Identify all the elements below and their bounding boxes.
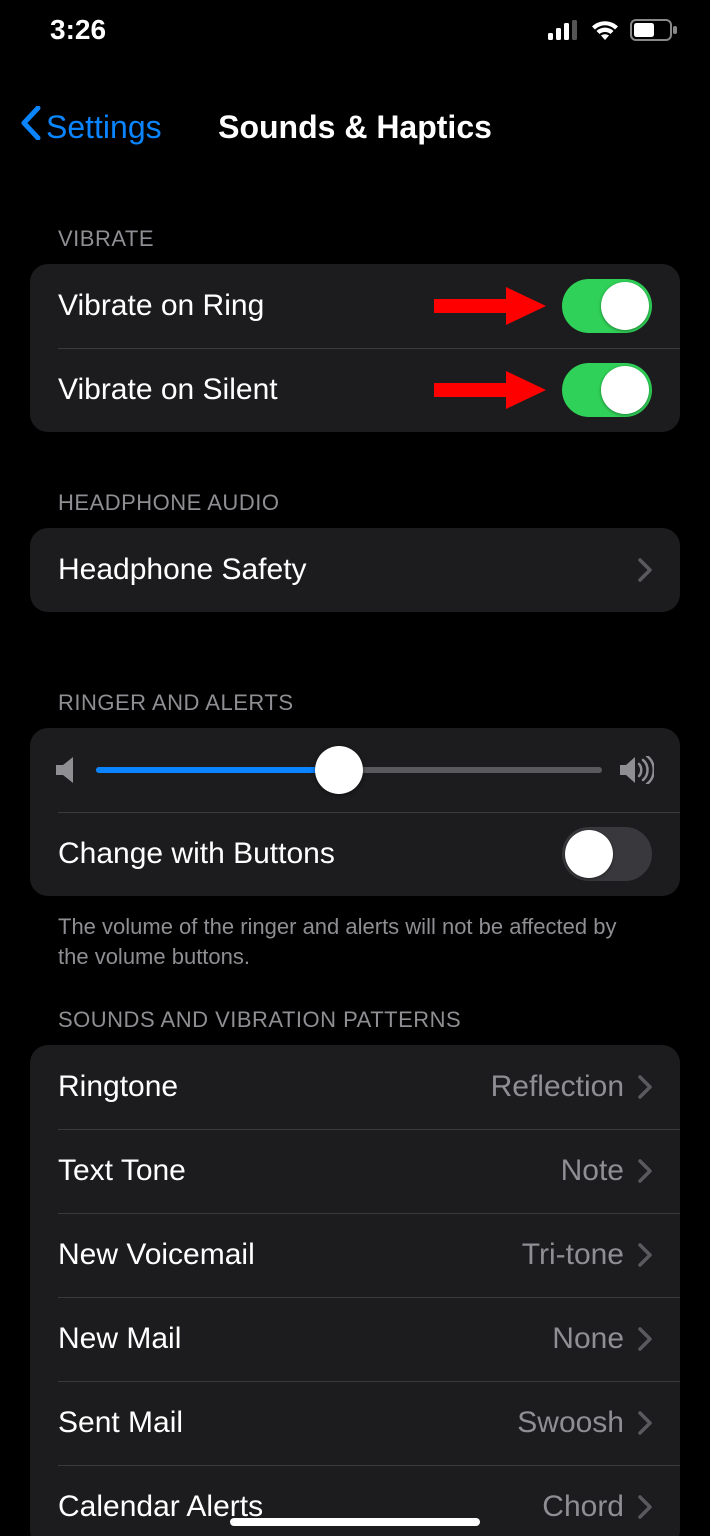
row-value: Tri-tone [522, 1238, 624, 1272]
row-value: Chord [542, 1490, 624, 1524]
section-header-ringer: RINGER AND ALERTS [58, 690, 680, 716]
toggle-vibrate-on-silent[interactable] [562, 363, 652, 417]
status-bar: 3:26 [0, 0, 710, 60]
home-indicator[interactable] [230, 1518, 480, 1526]
row-vibrate-on-ring[interactable]: Vibrate on Ring [30, 264, 680, 348]
row-value: Swoosh [517, 1406, 624, 1440]
chevron-right-icon [638, 558, 652, 582]
chevron-right-icon [638, 1327, 652, 1351]
volume-high-icon [620, 756, 654, 784]
wifi-icon [590, 19, 620, 41]
row-vibrate-on-silent[interactable]: Vibrate on Silent [30, 348, 680, 432]
row-value: None [552, 1322, 624, 1356]
toggle-vibrate-on-ring[interactable] [562, 279, 652, 333]
row-value: Note [561, 1154, 624, 1188]
row-new-mail[interactable]: New Mail None [30, 1297, 680, 1381]
cellular-3-bars-icon [548, 20, 580, 40]
back-button[interactable]: Settings [20, 106, 162, 148]
row-label: Text Tone [58, 1154, 561, 1188]
battery-half-icon [630, 19, 678, 41]
status-time: 3:26 [50, 14, 106, 46]
section-header-headphone: HEADPHONE AUDIO [58, 490, 680, 516]
volume-low-icon [56, 756, 78, 784]
chevron-right-icon [638, 1075, 652, 1099]
row-headphone-safety[interactable]: Headphone Safety [30, 528, 680, 612]
back-label: Settings [46, 109, 162, 146]
group-patterns: Ringtone Reflection Text Tone Note New V… [30, 1045, 680, 1536]
row-new-voicemail[interactable]: New Voicemail Tri-tone [30, 1213, 680, 1297]
row-label: New Mail [58, 1322, 552, 1356]
row-value: Reflection [491, 1070, 624, 1104]
row-label: Vibrate on Silent [58, 373, 562, 407]
row-change-with-buttons[interactable]: Change with Buttons [30, 812, 680, 896]
group-headphone: Headphone Safety [30, 528, 680, 612]
row-label: Sent Mail [58, 1406, 517, 1440]
toggle-change-with-buttons[interactable] [562, 827, 652, 881]
row-label: Vibrate on Ring [58, 289, 562, 323]
row-label: Change with Buttons [58, 837, 562, 871]
row-label: New Voicemail [58, 1238, 522, 1272]
chevron-right-icon [638, 1411, 652, 1435]
section-header-vibrate: VIBRATE [58, 226, 680, 252]
volume-slider[interactable] [96, 767, 602, 773]
chevron-right-icon [638, 1243, 652, 1267]
status-icons [548, 19, 678, 41]
row-text-tone[interactable]: Text Tone Note [30, 1129, 680, 1213]
group-vibrate: Vibrate on Ring Vibrate on Silent [30, 264, 680, 432]
row-label: Headphone Safety [58, 553, 638, 587]
chevron-right-icon [638, 1159, 652, 1183]
row-sent-mail[interactable]: Sent Mail Swoosh [30, 1381, 680, 1465]
row-volume-slider[interactable] [30, 728, 680, 812]
row-label: Ringtone [58, 1070, 491, 1104]
page-title: Sounds & Haptics [218, 109, 492, 146]
slider-thumb[interactable] [315, 746, 363, 794]
chevron-right-icon [638, 1495, 652, 1519]
section-footer-ringer: The volume of the ringer and alerts will… [58, 912, 652, 971]
nav-header: Settings Sounds & Haptics [0, 98, 710, 156]
row-ringtone[interactable]: Ringtone Reflection [30, 1045, 680, 1129]
group-ringer: Change with Buttons [30, 728, 680, 896]
chevron-left-icon [20, 106, 42, 148]
section-header-patterns: SOUNDS AND VIBRATION PATTERNS [58, 1007, 680, 1033]
